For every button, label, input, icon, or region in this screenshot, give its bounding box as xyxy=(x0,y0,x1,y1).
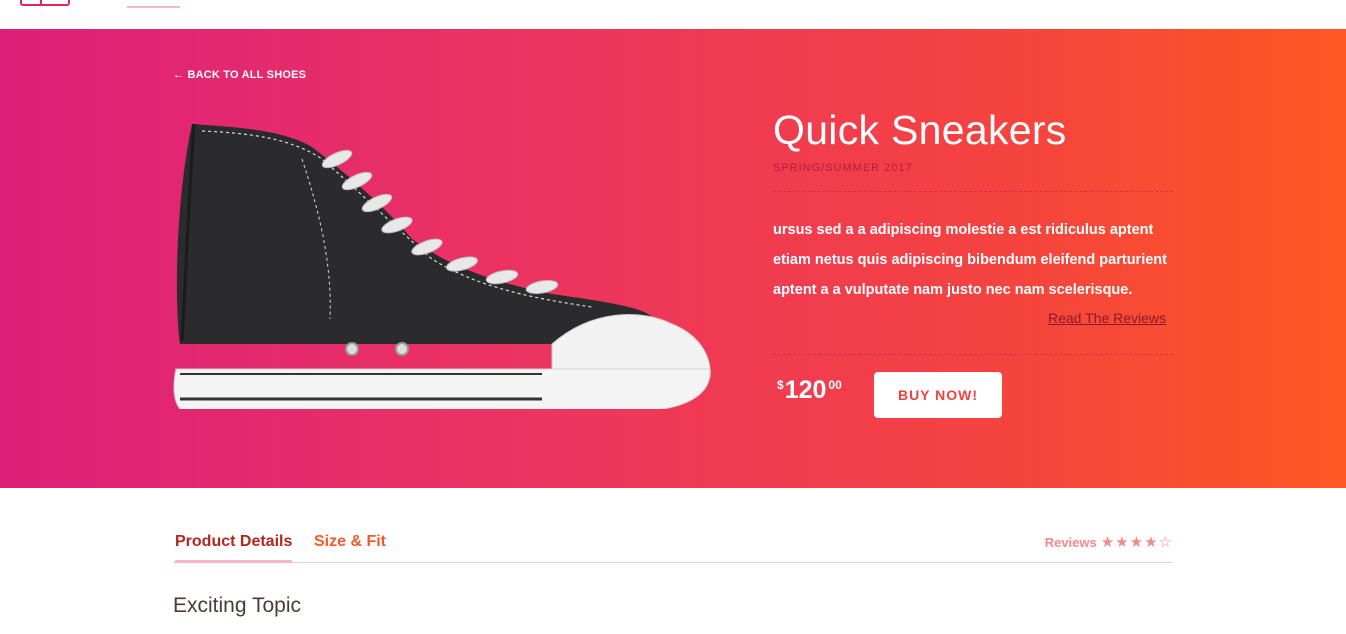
nav-active-indicator xyxy=(127,6,180,8)
product-price: $ 120 00 xyxy=(777,375,842,405)
product-title: Quick Sneakers xyxy=(773,107,1067,153)
details-tabs: Product Details Size & Fit Reviews ★★★★☆ xyxy=(173,533,1173,563)
price-cents: 00 xyxy=(828,378,842,392)
tab-product-details[interactable]: Product Details xyxy=(175,533,293,563)
product-hero: ← BACK TO ALL SHOES Quick Sneakers SPRIN… xyxy=(0,29,1346,488)
price-whole: 120 xyxy=(784,376,827,404)
buy-now-button[interactable]: BUY NOW! xyxy=(874,372,1002,418)
product-season: SPRING/SUMMER 2017 xyxy=(773,162,913,174)
sneaker-image xyxy=(173,123,711,409)
tab-size-fit[interactable]: Size & Fit xyxy=(314,533,386,551)
product-description: ursus sed a a adipiscing molestie a est … xyxy=(773,222,1167,298)
reviews-rating[interactable]: Reviews ★★★★☆ xyxy=(1045,533,1173,551)
divider xyxy=(773,354,1173,355)
reviews-label: Reviews xyxy=(1044,534,1097,550)
top-nav xyxy=(0,0,1346,29)
back-to-all-shoes-link[interactable]: ← BACK TO ALL SHOES xyxy=(173,69,306,81)
store-logo-icon[interactable] xyxy=(20,0,70,6)
read-reviews-link[interactable]: Read The Reviews xyxy=(1048,310,1166,326)
star-rating-icon: ★★★★☆ xyxy=(1100,534,1173,551)
price-currency: $ xyxy=(777,378,784,392)
divider xyxy=(773,191,1173,192)
section-title: Exciting Topic xyxy=(173,594,302,617)
